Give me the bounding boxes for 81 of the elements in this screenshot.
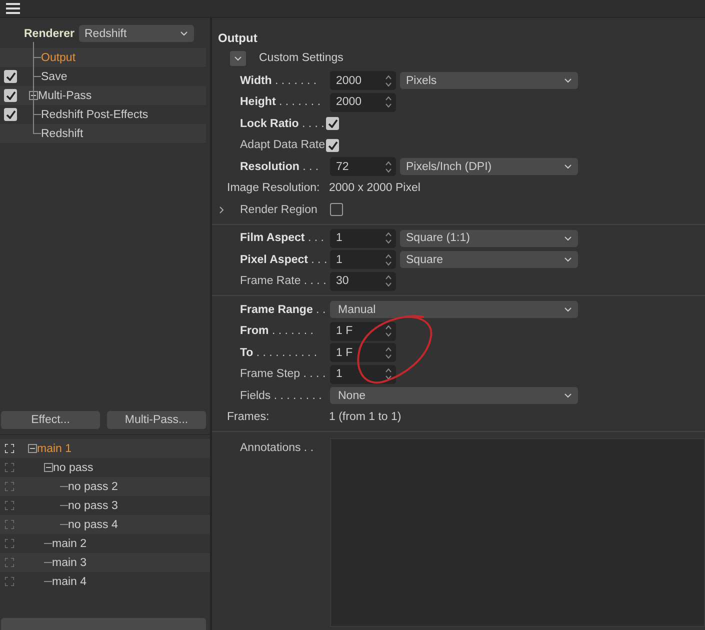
settings-item[interactable]: Save (41, 70, 68, 82)
pass-item[interactable]: main 4 (52, 576, 87, 588)
pass-item[interactable]: main 1 (37, 442, 72, 454)
number-field[interactable]: 1 F (330, 322, 396, 341)
field-label: Adapt Data Rate (240, 139, 326, 152)
field-label: Frame Rate . . . . (240, 275, 326, 288)
field-label: Lock Ratio . . . . (240, 118, 326, 130)
checkbox[interactable] (326, 117, 339, 130)
pass-item[interactable]: no pass 3 (68, 500, 118, 512)
renderer-label: Renderer (24, 28, 74, 40)
pass-item[interactable]: no pass 2 (68, 480, 118, 492)
field-label: Frame Range . . (240, 304, 326, 316)
pass-item[interactable]: no pass (53, 462, 94, 474)
pass-item[interactable]: no pass 4 (68, 518, 118, 530)
checkbox[interactable] (330, 203, 343, 216)
expand-icon[interactable] (29, 91, 38, 100)
settings-item[interactable]: Multi-Pass (38, 90, 92, 102)
preset-dropdown-button[interactable] (230, 50, 246, 66)
field-label: Annotations . . (240, 441, 315, 454)
spinner-icon[interactable] (385, 232, 392, 244)
field-label: Width . . . . . . . (240, 74, 318, 87)
menu-icon[interactable] (6, 3, 20, 14)
section-title: Output (217, 30, 258, 47)
chevron-icon (564, 164, 572, 170)
spinner-icon[interactable] (385, 368, 392, 380)
number-field[interactable]: 30 (330, 272, 396, 291)
spinner-icon[interactable] (385, 96, 392, 108)
field-label: Height . . . . . . . (240, 96, 322, 108)
panel-button[interactable]: Effect... (1, 411, 100, 429)
field-label: Pixel Aspect . . . (240, 254, 326, 266)
checkbox[interactable] (326, 138, 339, 152)
renderer-dropdown[interactable]: Redshift (78, 25, 194, 42)
field-label: Film Aspect . . . (240, 232, 325, 244)
field-label: Fields . . . . . . . . (240, 390, 323, 402)
number-field[interactable]: 1 (330, 364, 396, 384)
field-value: 2000 x 2000 Pixel (329, 182, 420, 194)
number-field[interactable]: 1 (330, 250, 396, 270)
number-field[interactable]: 72 (330, 157, 396, 176)
chevron-icon (180, 31, 188, 36)
dropdown[interactable]: None (330, 387, 578, 404)
chevron-icon (564, 78, 572, 84)
dropdown[interactable]: Manual (330, 301, 578, 318)
spinner-icon[interactable] (385, 254, 392, 266)
field-label: Render Region (240, 204, 318, 216)
settings-item[interactable]: Redshift Post-Effects (41, 108, 148, 120)
number-field[interactable]: 1 (330, 228, 396, 248)
collapse-icon[interactable] (44, 463, 53, 472)
checkbox[interactable] (4, 70, 17, 83)
chevron-icon (564, 236, 572, 241)
unit-dropdown[interactable]: Pixels/Inch (DPI) (400, 158, 578, 176)
panel-button[interactable]: Multi-Pass... (107, 411, 206, 429)
checkbox[interactable] (4, 108, 17, 121)
spinner-icon[interactable] (385, 160, 392, 173)
collapse-icon[interactable] (28, 444, 37, 453)
chevron-icon (564, 393, 572, 398)
unit-dropdown[interactable]: Square (1:1) (400, 230, 578, 247)
settings-item[interactable]: Redshift (41, 128, 84, 140)
unit-dropdown[interactable]: Pixels (400, 72, 578, 90)
field-label: From . . . . . . . (240, 325, 314, 338)
field-label: Frames: (227, 411, 270, 424)
chevron-icon (234, 56, 242, 60)
number-field[interactable]: 1 F (330, 343, 396, 362)
spinner-icon[interactable] (385, 325, 392, 338)
preset-label: Custom Settings (259, 52, 344, 64)
pass-item[interactable]: main 3 (52, 556, 87, 568)
unit-dropdown[interactable]: Square (400, 251, 578, 268)
field-label: Image Resolution: (227, 182, 321, 194)
field-label: Frame Step . . . . (240, 368, 326, 380)
number-field[interactable]: 2000 (330, 71, 396, 90)
settings-item[interactable]: Output (41, 52, 76, 64)
pass-item[interactable]: main 2 (52, 538, 87, 550)
spinner-icon[interactable] (385, 275, 392, 288)
field-label: To . . . . . . . . . . (240, 346, 318, 359)
spinner-icon[interactable] (385, 74, 392, 87)
number-field[interactable]: 2000 (330, 92, 396, 112)
chevron-icon (564, 307, 572, 312)
field-value: 1 (from 1 to 1) (329, 411, 402, 424)
spinner-icon[interactable] (385, 346, 392, 359)
checkbox[interactable] (4, 89, 17, 102)
chevron-icon (564, 257, 572, 262)
field-label: Resolution . . . (240, 160, 320, 173)
